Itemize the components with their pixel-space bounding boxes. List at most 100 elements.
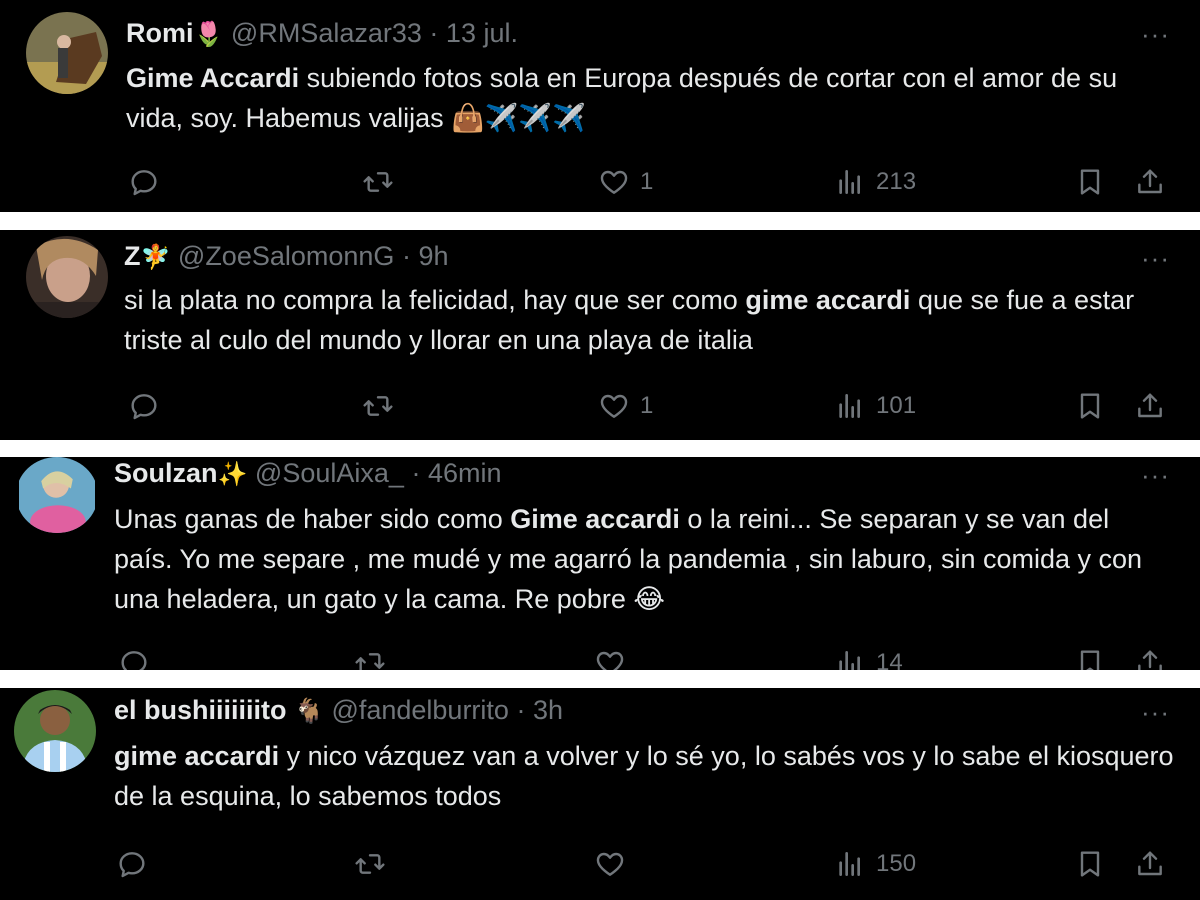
like-button[interactable]: 1 xyxy=(598,386,653,426)
flower-emoji-icon: 🌷 xyxy=(193,20,224,48)
avatar[interactable] xyxy=(26,12,108,94)
share-button[interactable] xyxy=(1134,386,1166,426)
more-options-icon[interactable]: ··· xyxy=(1141,462,1170,488)
display-name[interactable]: el bushiiiiiiito xyxy=(114,695,287,725)
views-button[interactable]: 14 xyxy=(834,643,903,670)
view-count: 150 xyxy=(876,850,917,877)
user-handle[interactable]: @SoulAixa_ xyxy=(255,458,404,488)
views-button[interactable]: 150 xyxy=(834,844,916,884)
share-button[interactable] xyxy=(1134,162,1166,202)
user-handle[interactable]: @ZoeSalomonnG xyxy=(178,241,395,271)
tweet-text: Unas ganas de haber sido como Gime accar… xyxy=(114,499,1174,619)
highlighted-term: Gime Accardi xyxy=(126,63,300,93)
tweet-1[interactable]: Romi🌷 @RMSalazar33 · 13 jul. ··· Gime Ac… xyxy=(0,0,1200,212)
reply-icon xyxy=(118,647,150,670)
reply-icon xyxy=(128,166,160,198)
user-handle[interactable]: @fandelburrito xyxy=(331,695,509,725)
fairy-emoji-icon: 🧚 xyxy=(140,243,171,271)
separator-bar xyxy=(0,212,1200,230)
like-icon xyxy=(594,848,626,880)
reply-icon xyxy=(128,390,160,422)
goat-emoji-icon: 🐐 xyxy=(294,697,324,725)
reply-button[interactable] xyxy=(116,844,158,884)
tweet-4[interactable]: el bushiiiiiiito 🐐 @fandelburrito · 3h ·… xyxy=(0,688,1200,900)
views-button[interactable]: 101 xyxy=(834,386,916,426)
tweet-header: Z🧚 @ZoeSalomonnG · 9h xyxy=(124,240,449,273)
more-options-icon[interactable]: ··· xyxy=(1141,699,1170,725)
action-bar: 150 xyxy=(0,844,1200,884)
retweet-icon xyxy=(362,390,394,422)
bookmark-button[interactable] xyxy=(1074,844,1106,884)
bookmark-button[interactable] xyxy=(1074,386,1106,426)
reply-button[interactable] xyxy=(118,643,160,670)
timestamp[interactable]: 46min xyxy=(428,458,502,488)
tweet-text: si la plata no compra la felicidad, hay … xyxy=(124,280,1144,360)
more-options-icon[interactable]: ··· xyxy=(1141,21,1170,47)
reply-button[interactable] xyxy=(128,386,170,426)
retweet-button[interactable] xyxy=(354,643,396,670)
avatar[interactable] xyxy=(26,236,108,318)
display-name[interactable]: Z xyxy=(124,241,141,271)
like-icon xyxy=(598,390,630,422)
retweet-button[interactable] xyxy=(354,844,396,884)
highlighted-term: gime accardi xyxy=(745,285,911,315)
separator-dot: · xyxy=(411,458,421,488)
tweet-header: el bushiiiiiiito 🐐 @fandelburrito · 3h xyxy=(114,694,563,727)
action-bar: 1 101 xyxy=(0,386,1200,426)
like-icon xyxy=(594,647,626,670)
reply-button[interactable] xyxy=(128,162,170,202)
action-bar: 14 xyxy=(0,643,1200,670)
views-icon xyxy=(834,647,866,670)
tweet-text: gime accardi y nico vázquez van a volver… xyxy=(114,736,1184,816)
share-icon xyxy=(1134,166,1166,198)
separator-dot: · xyxy=(401,241,411,271)
views-button[interactable]: 213 xyxy=(834,162,916,202)
avatar[interactable] xyxy=(14,690,96,772)
like-button[interactable] xyxy=(594,844,636,884)
separator-dot: · xyxy=(429,18,439,48)
retweet-icon xyxy=(362,166,394,198)
like-button[interactable]: 1 xyxy=(598,162,653,202)
separator-dot: · xyxy=(516,695,526,725)
tweet-text: Gime Accardi subiendo fotos sola en Euro… xyxy=(126,58,1166,138)
user-handle[interactable]: @RMSalazar33 xyxy=(231,18,422,48)
like-button[interactable] xyxy=(594,643,636,670)
sparkles-emoji-icon: ✨ xyxy=(217,460,248,488)
action-bar: 1 213 xyxy=(0,162,1200,202)
tweet-2[interactable]: Z🧚 @ZoeSalomonnG · 9h ··· si la plata no… xyxy=(0,230,1200,440)
share-icon xyxy=(1134,647,1166,670)
bookmark-button[interactable] xyxy=(1074,162,1106,202)
highlighted-term: Gime accardi xyxy=(510,504,680,534)
timestamp[interactable]: 13 jul. xyxy=(446,18,518,48)
more-options-icon[interactable]: ··· xyxy=(1141,245,1170,271)
display-name[interactable]: Romi xyxy=(126,18,194,48)
share-icon xyxy=(1134,848,1166,880)
timestamp[interactable]: 9h xyxy=(418,241,448,271)
share-button[interactable] xyxy=(1134,844,1166,884)
reply-icon xyxy=(116,848,148,880)
tweet-3[interactable]: Soulzan✨ @SoulAixa_ · 46min ··· Unas gan… xyxy=(0,457,1200,670)
bookmark-button[interactable] xyxy=(1074,643,1106,670)
separator-bar xyxy=(0,670,1200,688)
bookmark-icon xyxy=(1074,848,1106,880)
view-count: 213 xyxy=(876,168,917,195)
tweet-header: Romi🌷 @RMSalazar33 · 13 jul. xyxy=(126,17,518,50)
retweet-button[interactable] xyxy=(362,162,404,202)
tweet-header: Soulzan✨ @SoulAixa_ · 46min xyxy=(114,457,502,490)
share-icon xyxy=(1134,390,1166,422)
tweet-text-start: si la plata no compra la felicidad, hay … xyxy=(124,285,746,315)
separator-bar xyxy=(0,440,1200,457)
avatar[interactable] xyxy=(16,457,98,533)
bookmark-icon xyxy=(1074,390,1106,422)
bookmark-icon xyxy=(1074,166,1106,198)
like-icon xyxy=(598,166,630,198)
like-count: 1 xyxy=(640,168,654,195)
view-count: 101 xyxy=(876,392,917,419)
timestamp[interactable]: 3h xyxy=(533,695,563,725)
display-name[interactable]: Soulzan xyxy=(114,458,218,488)
retweet-icon xyxy=(354,647,386,670)
retweet-button[interactable] xyxy=(362,386,404,426)
bookmark-icon xyxy=(1074,647,1106,670)
views-icon xyxy=(834,390,866,422)
share-button[interactable] xyxy=(1134,643,1166,670)
